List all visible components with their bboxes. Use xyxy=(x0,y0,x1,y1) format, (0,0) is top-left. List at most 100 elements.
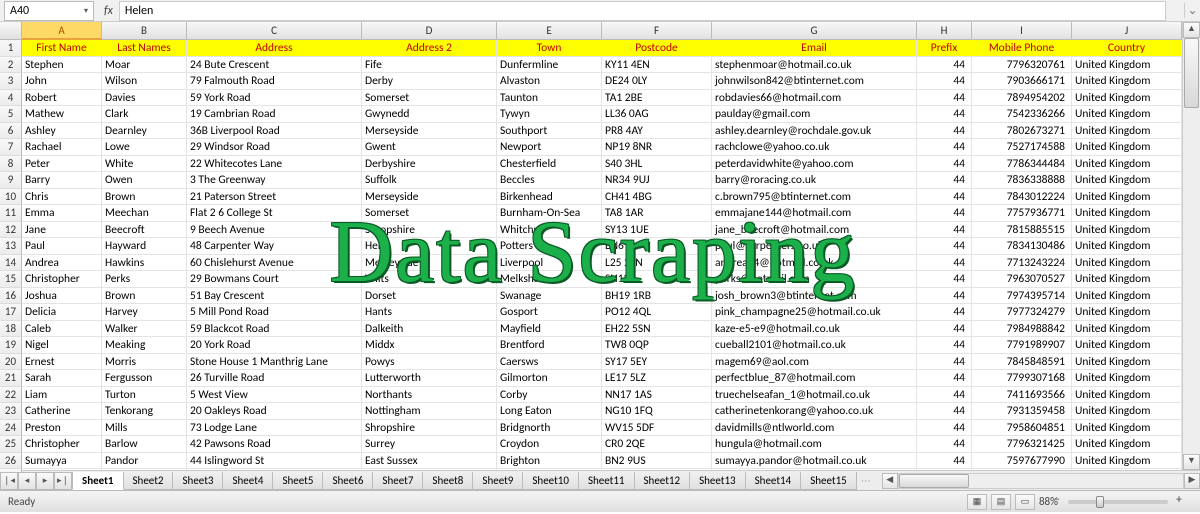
cell[interactable]: Perks xyxy=(102,271,187,288)
cell[interactable]: United Kingdom xyxy=(1072,139,1182,156)
cell[interactable]: 44 xyxy=(917,189,972,206)
cell[interactable]: United Kingdom xyxy=(1072,106,1182,123)
cell[interactable]: 44 xyxy=(917,370,972,387)
cell[interactable]: 44 xyxy=(917,73,972,90)
cell[interactable]: Caersws xyxy=(497,354,602,371)
cell[interactable]: 5 West View xyxy=(187,387,362,404)
cell[interactable]: 79 Falmouth Road xyxy=(187,73,362,90)
col-head-H[interactable]: H xyxy=(917,22,972,40)
col-head-F[interactable]: F xyxy=(602,22,712,40)
cell[interactable]: 44 xyxy=(917,387,972,404)
fx-icon[interactable]: fx xyxy=(98,4,119,18)
row-head[interactable]: 13 xyxy=(0,238,22,255)
cell[interactable]: Walker xyxy=(102,321,187,338)
cell[interactable]: 7799307168 xyxy=(972,370,1072,387)
cell[interactable]: Barry xyxy=(22,172,102,189)
cell[interactable]: Flat 2 6 College St xyxy=(187,205,362,222)
cell[interactable]: 44 xyxy=(917,156,972,173)
sheet-tab[interactable]: Sheet9 xyxy=(472,472,523,490)
view-break-icon[interactable]: ▭ xyxy=(1015,494,1035,510)
cell[interactable]: Rachael xyxy=(22,139,102,156)
cell[interactable]: Christopher xyxy=(22,436,102,453)
zoom-slider[interactable] xyxy=(1068,500,1168,504)
cell[interactable]: NN17 1AS xyxy=(602,387,712,404)
row-head[interactable]: 23 xyxy=(0,403,22,420)
cell[interactable]: barry@roracing.co.uk xyxy=(712,172,917,189)
sheet-tab[interactable]: Sheet3 xyxy=(172,472,223,490)
cell[interactable]: United Kingdom xyxy=(1072,321,1182,338)
sheet-tab[interactable]: Sheet4 xyxy=(222,472,273,490)
cell[interactable]: Shropshire xyxy=(362,222,497,239)
cell[interactable]: Merseyside xyxy=(362,255,497,272)
cell[interactable]: United Kingdom xyxy=(1072,123,1182,140)
cell[interactable]: East Sussex xyxy=(362,453,497,470)
cell[interactable]: EN6 5 xyxy=(602,238,712,255)
row-head[interactable]: 9 xyxy=(0,172,22,189)
cell[interactable]: 7815885515 xyxy=(972,222,1072,239)
cell[interactable]: Lutterworth xyxy=(362,370,497,387)
cell[interactable]: Pandor xyxy=(102,453,187,470)
cell[interactable]: United Kingdom xyxy=(1072,288,1182,305)
cell[interactable]: Turton xyxy=(102,387,187,404)
cell[interactable]: 7411693566 xyxy=(972,387,1072,404)
cell[interactable]: Dinnington xyxy=(497,469,602,470)
cell[interactable]: Brighton xyxy=(497,453,602,470)
cell[interactable]: 59 York Road xyxy=(187,90,362,107)
sheet-tab[interactable]: Sheet2 xyxy=(123,472,174,490)
cell[interactable]: White xyxy=(102,156,187,173)
sheet-tab[interactable]: Sheet7 xyxy=(372,472,423,490)
cell[interactable]: Liam xyxy=(22,387,102,404)
cell[interactable]: perfectblue_87@hotmail.com xyxy=(712,370,917,387)
view-page-icon[interactable]: ▤ xyxy=(991,494,1011,510)
cell[interactable]: Herts xyxy=(362,238,497,255)
cell[interactable]: Morris xyxy=(102,354,187,371)
sheet-tab[interactable]: Sheet10 xyxy=(522,472,579,490)
cell[interactable]: paul@carpenters.co.uk xyxy=(712,238,917,255)
cell[interactable]: United Kingdom xyxy=(1072,436,1182,453)
cell[interactable]: 7834130486 xyxy=(972,238,1072,255)
cell[interactable]: Catherine xyxy=(22,403,102,420)
sheet-tab[interactable]: Sheet11 xyxy=(578,472,635,490)
header-cell[interactable]: Address 2 xyxy=(362,40,497,57)
row-head[interactable]: 7 xyxy=(0,139,22,156)
cell[interactable]: 44 xyxy=(917,90,972,107)
cell[interactable]: rachclowe@yahoo.co.uk xyxy=(712,139,917,156)
cell[interactable]: wsloan@sky.com xyxy=(712,469,917,470)
col-head-J[interactable]: J xyxy=(1072,22,1182,40)
cell[interactable]: Christopher xyxy=(22,271,102,288)
cell[interactable]: 44 xyxy=(917,354,972,371)
cell[interactable]: kaze-e5-e9@hotmail.co.uk xyxy=(712,321,917,338)
sheet-tab[interactable]: Sheet14 xyxy=(745,472,802,490)
cell[interactable]: Newcastle Upon Tyne xyxy=(362,469,497,470)
cell[interactable]: Chesterfield xyxy=(497,156,602,173)
cell[interactable]: 7527174588 xyxy=(972,139,1072,156)
cell[interactable]: Stone House 1 Manthrig Lane xyxy=(187,354,362,371)
cell[interactable]: United Kingdom xyxy=(1072,370,1182,387)
cell[interactable]: United Kingdom xyxy=(1072,420,1182,437)
cell[interactable]: Chris xyxy=(22,189,102,206)
cell[interactable]: 44 xyxy=(917,57,972,74)
cell[interactable]: Mills xyxy=(102,420,187,437)
cell[interactable]: Potters xyxy=(497,238,602,255)
cell[interactable]: Brown xyxy=(102,288,187,305)
tab-nav-first-icon[interactable]: ❘◂ xyxy=(0,472,18,490)
sheet-tab[interactable]: Sheet12 xyxy=(634,472,691,490)
cell[interactable]: CH41 4BG xyxy=(602,189,712,206)
cell[interactable]: NE13 7JL xyxy=(602,469,712,470)
cell[interactable]: United Kingdom xyxy=(1072,453,1182,470)
cell[interactable]: Shropshire xyxy=(362,420,497,437)
col-head-D[interactable]: D xyxy=(362,22,497,40)
cell[interactable]: 44 xyxy=(917,420,972,437)
cell[interactable]: PR8 4AY xyxy=(602,123,712,140)
row-head[interactable]: 22 xyxy=(0,387,22,404)
cell[interactable]: 29 Windsor Road xyxy=(187,139,362,156)
cell[interactable]: United Kingdom xyxy=(1072,189,1182,206)
cell[interactable]: 7581140231 xyxy=(972,469,1072,470)
cell[interactable]: 59 Blackcot Road xyxy=(187,321,362,338)
cell[interactable]: Meechan xyxy=(102,205,187,222)
header-cell[interactable]: Prefix xyxy=(917,40,972,57)
cell[interactable]: 44 xyxy=(917,106,972,123)
cell[interactable]: 5 Mill Pond Road xyxy=(187,304,362,321)
scroll-down-icon[interactable]: ▼ xyxy=(1183,454,1200,470)
cell[interactable]: 7974395714 xyxy=(972,288,1072,305)
